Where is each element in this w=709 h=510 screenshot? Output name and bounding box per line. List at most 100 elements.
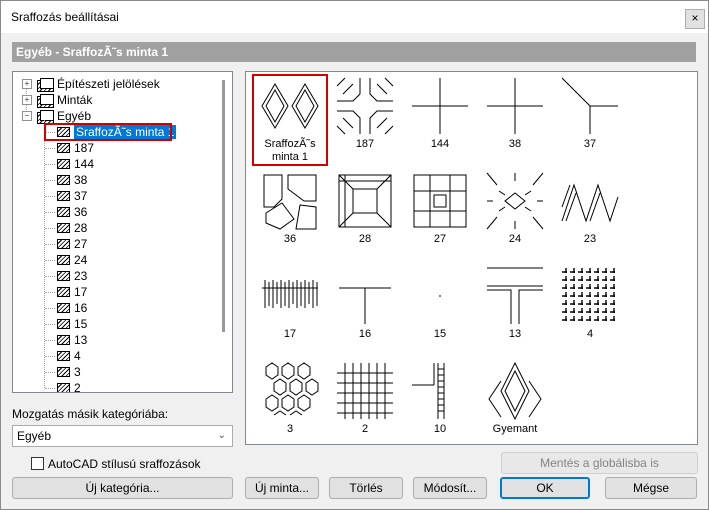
tree-item-label: 23 [74,269,88,283]
delete-button[interactable]: Törlés [329,477,403,499]
tree-item[interactable]: 16 [57,300,87,316]
hatch-pattern-icon [57,159,70,169]
pattern-cell[interactable]: 23 [552,169,628,261]
title-bar: Sraffozás beállításai × [1,1,708,33]
new-pattern-button[interactable]: Új minta... [245,477,319,499]
tree-category-0[interactable]: Építészeti jelölések [37,76,160,92]
tree-item[interactable]: 23 [57,268,87,284]
tree-item-label: 28 [74,221,88,235]
pattern-cell[interactable]: 16 [327,264,403,356]
pattern-cell[interactable]: 37 [552,74,628,166]
window-title: Sraffozás beállításai [11,10,119,24]
tree-scrollbar[interactable] [222,80,225,332]
tree-item-label: 2 [74,381,81,393]
stones-icon [263,174,317,230]
tree-item[interactable]: 2 [57,380,81,393]
cross-lines-icon [487,78,543,134]
cancel-button[interactable]: Mégse [605,477,697,499]
tree-item[interactable]: 144 [57,156,94,172]
pattern-cell[interactable]: 187 [327,74,403,166]
hexagon-icon [265,362,319,416]
pattern-name: SraffozÃ˜s minta 1 [264,138,316,163]
tree-branch [45,196,55,197]
close-button[interactable]: × [685,9,705,29]
tree-expander[interactable]: + [22,79,32,89]
grid-icon [337,363,393,419]
category-tree[interactable]: + Építészeti jelölések + Minták − Egyéb Sraffo… [12,71,233,393]
pattern-cell[interactable]: 15 [402,264,478,356]
tree-item[interactable]: 28 [57,220,87,236]
pattern-cell[interactable]: 4 [552,264,628,356]
hatch-pattern-icon [57,191,70,201]
tree-branch [45,340,55,341]
tree-item[interactable]: 187 [57,140,94,156]
tree-category-2[interactable]: Egyéb [37,108,91,124]
tree-branch [45,212,55,213]
grass-icon [262,280,318,308]
tree-category-1[interactable]: Minták [37,92,92,108]
hatch-pattern-icon [57,335,70,345]
move-category-select[interactable]: Egyéb ⌄ [12,425,233,447]
pattern-cell[interactable]: 3 [252,359,328,444]
pattern-cell[interactable]: 36 [252,169,328,261]
tree-item[interactable]: 38 [57,172,87,188]
tree-expander[interactable]: − [22,111,32,121]
hatch-pattern-icon [57,367,70,377]
tree-branch [45,164,55,165]
zigzag-icon [561,183,619,223]
dialog-window: Sraffozás beállításai × Egyéb - SraffozÃ… [0,0,709,510]
pattern-name: 16 [358,328,372,340]
move-category-value: Egyéb [17,429,52,443]
pattern-name: 37 [583,138,597,150]
tree-item[interactable]: 27 [57,236,87,252]
pattern-cell[interactable]: 28 [327,169,403,261]
tree-expander[interactable]: + [22,95,32,105]
pattern-cell[interactable]: SraffozÃ˜s minta 1 [252,74,328,166]
tree-item-label: 144 [74,157,95,171]
tile-icon [413,174,467,228]
pattern-name: 15 [433,328,447,340]
hatch-pattern-icon [57,271,70,281]
tree-item[interactable]: 37 [57,188,87,204]
pattern-cell[interactable]: 27 [402,169,478,261]
tree-branch [45,260,55,261]
ladder-icon [412,363,445,419]
save-global-button[interactable]: Mentés a globálisba is [501,452,698,474]
tree-item[interactable]: 3 [57,364,81,380]
tree-item[interactable]: 4 [57,348,81,364]
autocad-checkbox[interactable] [31,457,44,470]
tree-item-label: 27 [74,237,88,251]
pattern-cell[interactable]: 144 [402,74,478,166]
tree-item[interactable]: 24 [57,252,87,268]
dot-icon [439,295,441,297]
tree-item-label: 4 [74,349,81,363]
modify-button[interactable]: Módosít... [413,477,487,499]
pattern-cell[interactable]: 17 [252,264,328,356]
pattern-cell[interactable]: Gyemant [477,359,553,444]
diamonds-icon [261,83,319,129]
hatch-folder-icon [37,109,54,124]
ok-button[interactable]: OK [500,477,590,499]
tree-item[interactable]: 13 [57,332,87,348]
hatch-pattern-icon [57,223,70,233]
hatch-folder-icon [37,93,54,108]
tree-item-label: 24 [74,253,88,267]
pattern-name: 2 [361,423,369,435]
new-category-button[interactable]: Új kategória... [12,477,233,499]
tree-branch [45,308,55,309]
hatch-pattern-icon [57,351,70,361]
pattern-cell[interactable]: 13 [477,264,553,356]
pattern-cell[interactable]: 2 [327,359,403,444]
tree-item[interactable]: 15 [57,316,87,332]
tree-branch [45,372,55,373]
pattern-cell[interactable]: 38 [477,74,553,166]
pattern-grid[interactable]: SraffozÃ˜s minta 1 187 144 38 37 36 28 27 24 23 17… [245,71,698,445]
tree-branch [45,324,55,325]
weave-icon [562,268,618,324]
tree-item[interactable]: 36 [57,204,87,220]
pattern-cell[interactable]: 24 [477,169,553,261]
tree-branch [45,148,55,149]
tree-item[interactable]: 17 [57,284,87,300]
pattern-name: 187 [355,138,375,150]
pattern-cell[interactable]: 10 [402,359,478,444]
